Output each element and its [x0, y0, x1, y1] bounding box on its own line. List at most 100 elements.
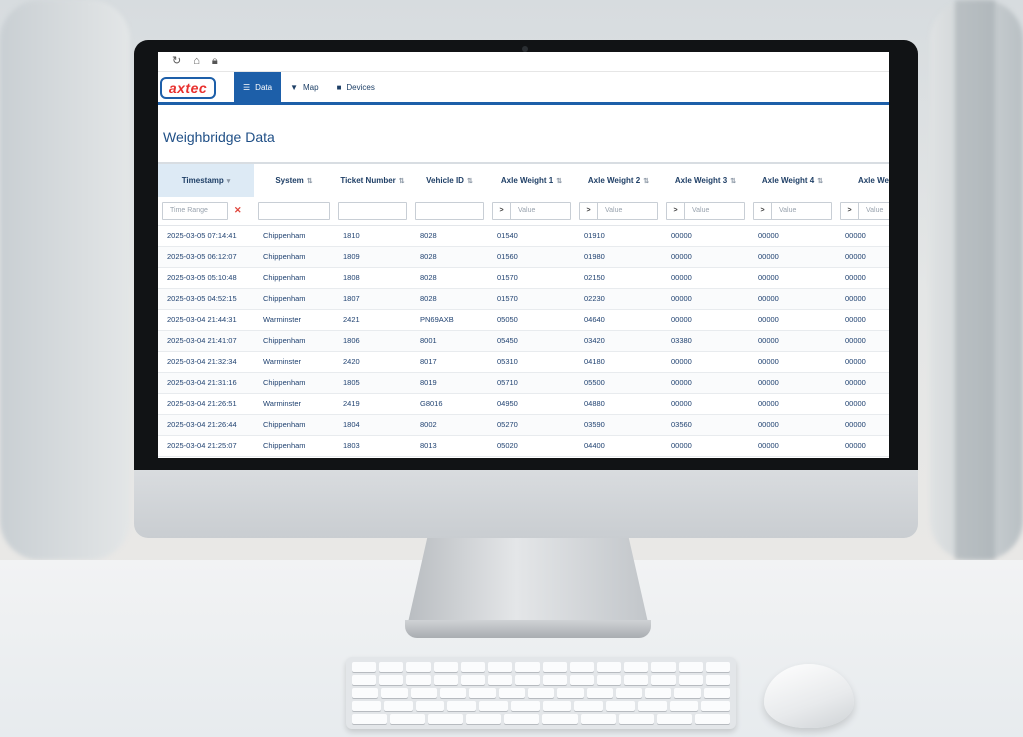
- key: [542, 714, 578, 724]
- column-header[interactable]: Ticket Number ⇅: [334, 164, 411, 197]
- page-title: Weighbridge Data: [163, 129, 275, 145]
- column-header[interactable]: Axle Weight 3 ⇅: [662, 164, 749, 197]
- key: [624, 675, 649, 685]
- table-cell: 1806: [334, 330, 411, 352]
- operator-select[interactable]: >: [493, 202, 511, 219]
- key: [515, 675, 540, 685]
- text-filter-input[interactable]: [338, 201, 407, 220]
- numeric-filter-input[interactable]: > Value: [666, 201, 745, 220]
- table-cell: Chippenham: [254, 435, 334, 457]
- table-row[interactable]: 2025-03-04 21:41:07 Chippenham 1806 8001 054…: [158, 330, 889, 352]
- key: [383, 701, 413, 711]
- column-header-label: Ticket Number: [340, 176, 396, 185]
- key: [678, 662, 703, 672]
- table-cell: 00000: [662, 267, 749, 289]
- table-cell: 00000: [749, 330, 836, 352]
- column-header[interactable]: Timestamp ▾: [158, 164, 254, 197]
- axtec-logo[interactable]: axtec: [160, 77, 216, 99]
- table-cell: 8013: [411, 435, 488, 457]
- sort-icon[interactable]: ⇅: [556, 178, 562, 185]
- sort-descending-icon[interactable]: ▾: [227, 178, 231, 185]
- monitor-chin: [134, 470, 918, 538]
- table-cell: 8001: [411, 330, 488, 352]
- clear-time-range-icon[interactable]: ✕: [234, 205, 242, 216]
- tab-data[interactable]: ☰ Data: [234, 72, 282, 102]
- table-cell: 05500: [575, 372, 662, 394]
- table-row[interactable]: 2025-03-05 07:14:41 Chippenham 1810 8028 015…: [158, 225, 889, 247]
- table-row[interactable]: 2025-03-04 21:26:51 Warminster 2419 G8016 04…: [158, 393, 889, 415]
- table-cell: 00000: [662, 435, 749, 457]
- table-row[interactable]: 2025-03-04 21:44:31 Warminster 2421 PN69AXB…: [158, 309, 889, 331]
- table-cell: 04180: [575, 351, 662, 373]
- filter-cell: > Value: [836, 197, 889, 226]
- key: [656, 714, 692, 724]
- column-header[interactable]: System ⇅: [254, 164, 334, 197]
- table-cell: 2025-03-05 05:10:48: [158, 267, 254, 289]
- sort-icon[interactable]: ⇅: [643, 178, 649, 185]
- table-row[interactable]: 2025-03-05 04:52:15 Chippenham 1807 8028 015…: [158, 288, 889, 310]
- table-row[interactable]: 2025-03-05 05:10:48 Chippenham 1808 8028 015…: [158, 267, 889, 289]
- table-cell: 04400: [575, 435, 662, 457]
- text-filter-input[interactable]: [415, 201, 484, 220]
- sort-icon[interactable]: ⇅: [730, 178, 736, 185]
- key: [415, 701, 445, 711]
- column-header[interactable]: Vehicle ID ⇅: [411, 164, 488, 197]
- table-cell: 2419: [334, 393, 411, 415]
- numeric-filter-input[interactable]: > Value: [492, 201, 571, 220]
- value-placeholder: Value: [518, 207, 536, 215]
- key: [705, 675, 731, 685]
- table-row[interactable]: 2025-03-05 06:12:07 Chippenham 1809 8028 015…: [158, 246, 889, 268]
- table-cell: Warminster: [254, 393, 334, 415]
- keyboard-row: [352, 675, 731, 685]
- home-icon[interactable]: ⌂: [193, 56, 200, 67]
- sort-icon[interactable]: ⇅: [307, 178, 313, 185]
- keyboard-row: [352, 701, 730, 711]
- table-row[interactable]: 2025-03-04 21:32:34 Warminster 2420 8017 053…: [158, 351, 889, 373]
- key: [703, 688, 731, 698]
- table-cell: 00000: [749, 246, 836, 268]
- table-row[interactable]: 2025-03-04 21:26:44 Chippenham 1804 8002 052…: [158, 414, 889, 436]
- column-header[interactable]: Axle Weight 1 ⇅: [488, 164, 575, 197]
- numeric-filter-input[interactable]: > Value: [579, 201, 658, 220]
- tab-map[interactable]: ▼ Map: [281, 72, 327, 102]
- table-cell: 8028: [411, 288, 488, 310]
- operator-select[interactable]: >: [667, 202, 685, 219]
- table-cell: 05270: [488, 414, 575, 436]
- operator-select[interactable]: >: [841, 202, 859, 219]
- filter-row: Time Range ✕ > Value > Value > Value > Value > Valu…: [158, 197, 889, 226]
- column-header[interactable]: Axle Weig: [836, 164, 889, 197]
- text-filter-input[interactable]: [258, 201, 330, 220]
- table-row[interactable]: 2025-03-04 21:31:16 Chippenham 1805 8019 057…: [158, 372, 889, 394]
- table-cell: 8028: [411, 246, 488, 268]
- map-pin-icon: ▼: [290, 82, 298, 92]
- time-range-input[interactable]: Time Range: [162, 201, 228, 220]
- numeric-filter-input[interactable]: > Value: [753, 201, 832, 220]
- numeric-filter-input[interactable]: > Value: [840, 201, 889, 220]
- column-header-label: Timestamp: [181, 176, 224, 185]
- column-header[interactable]: Axle Weight 2 ⇅: [575, 164, 662, 197]
- tab-devices[interactable]: ■ Devices: [328, 72, 384, 102]
- table-body: 2025-03-05 07:14:41 Chippenham 1810 8028 015…: [158, 225, 889, 457]
- table-cell: 01980: [575, 246, 662, 268]
- key: [428, 714, 464, 724]
- key: [580, 714, 616, 724]
- keyboard: [346, 657, 736, 729]
- key: [410, 688, 437, 698]
- key: [433, 662, 458, 672]
- key: [574, 701, 603, 711]
- operator-select[interactable]: >: [754, 202, 772, 219]
- table-row[interactable]: 2025-03-04 21:25:07 Chippenham 1803 8013 050…: [158, 435, 889, 457]
- refresh-icon[interactable]: ↻: [172, 56, 181, 67]
- sort-icon[interactable]: ⇅: [399, 178, 405, 185]
- sort-icon[interactable]: ⇅: [817, 178, 823, 185]
- keyboard-row: [352, 714, 730, 724]
- operator-select[interactable]: >: [580, 202, 598, 219]
- sort-icon[interactable]: ⇅: [467, 178, 473, 185]
- key: [618, 714, 654, 724]
- table-cell: 00000: [749, 225, 836, 247]
- table-cell: 03420: [575, 330, 662, 352]
- column-header[interactable]: Axle Weight 4 ⇅: [749, 164, 836, 197]
- filter-cell: [334, 197, 411, 226]
- table-cell: 00000: [749, 372, 836, 394]
- table-cell: Chippenham: [254, 288, 334, 310]
